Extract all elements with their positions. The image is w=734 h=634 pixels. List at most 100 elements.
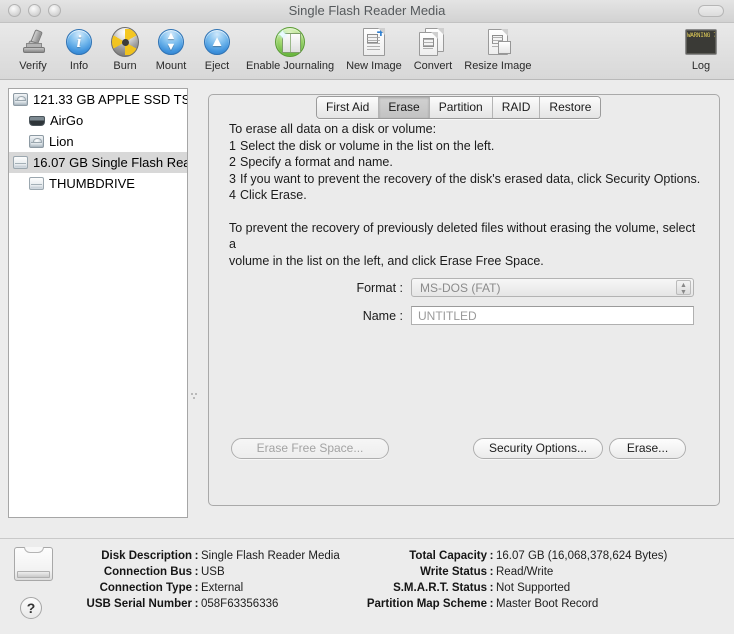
volume-icon [29, 135, 44, 148]
info-row: Partition Map Scheme : Master Boot Recor… [355, 597, 667, 612]
info-colon: : [194, 566, 199, 578]
disk-info-footer: ? Disk Description : Single Flash Reader… [0, 538, 734, 634]
toolbar-toggle-button[interactable] [698, 5, 724, 17]
journaling-icon: ✦ [273, 26, 307, 58]
info-key: Connection Type [99, 582, 192, 594]
help-button[interactable]: ? [20, 597, 42, 619]
erase-button[interactable]: Erase... [609, 438, 686, 459]
log-icon-screen-text: WARNING 7:36:1 [687, 32, 715, 39]
disk-list[interactable]: 121.33 GB APPLE SSD TS12 AirGo Lion 16.0… [8, 88, 188, 518]
instructions-spacer [229, 204, 701, 220]
toolbar-button-info[interactable]: i Info [56, 26, 102, 72]
instructions-note-line-1: To prevent the recovery of previously de… [229, 220, 696, 252]
name-row: Name : UNTITLED [209, 306, 719, 325]
info-key: S.M.A.R.T. Status [393, 582, 487, 594]
info-key: Total Capacity [409, 550, 487, 562]
tab-partition[interactable]: Partition [429, 97, 493, 118]
info-colon: : [489, 582, 494, 594]
info-colon: : [194, 598, 199, 610]
instructions-note-line-2: volume in the list on the left, and clic… [229, 253, 544, 268]
format-row: Format : MS-DOS (FAT) ▲ ▼ [209, 278, 719, 297]
instruction-step: 2 Specify a format and name. [229, 154, 701, 171]
info-value: Not Supported [496, 582, 571, 594]
toolbar-button-resize-image[interactable]: Resize Image [458, 26, 537, 72]
toolbar-label-info: Info [69, 60, 89, 72]
erase-form: Format : MS-DOS (FAT) ▲ ▼ Name : UNTITLED [209, 278, 719, 334]
toolbar-label-convert: Convert [413, 60, 453, 72]
toolbar-button-convert[interactable]: Convert [408, 26, 459, 72]
instructions-intro: To erase all data on a disk or volume: [229, 122, 437, 136]
info-value: 16.07 GB (16,068,378,624 Bytes) [496, 550, 668, 562]
info-key: Disk Description [101, 550, 192, 562]
disk-list-item-apple-ssd[interactable]: 121.33 GB APPLE SSD TS12 [9, 89, 187, 110]
info-colon: : [489, 566, 494, 578]
split-view-divider-handle[interactable] [190, 390, 200, 404]
selected-disk-icon [14, 547, 53, 581]
info-value: USB [201, 566, 225, 578]
toolbar-button-burn[interactable]: Burn [102, 26, 148, 72]
disk-list-item-label: Lion [49, 134, 74, 149]
mount-icon: ▲ ▼ [154, 26, 188, 58]
tab-erase[interactable]: Erase [379, 97, 430, 118]
info-row: S.M.A.R.T. Status : Not Supported [355, 581, 667, 596]
info-value: 058F63356336 [201, 598, 279, 610]
info-colon: : [489, 550, 494, 562]
main-content: 121.33 GB APPLE SSD TS12 AirGo Lion 16.0… [0, 80, 734, 538]
tab-raid[interactable]: RAID [492, 97, 541, 118]
toolbar-button-mount[interactable]: ▲ ▼ Mount [148, 26, 194, 72]
disk-info-left-column: Disk Description : Single Flash Reader M… [60, 549, 340, 613]
disk-list-item-label: 16.07 GB Single Flash Read [33, 155, 187, 170]
toolbar-label-eject: Eject [204, 60, 230, 72]
disk-list-item-label: THUMBDRIVE [49, 176, 135, 191]
title-bar: Single Flash Reader Media [0, 0, 734, 23]
instruction-step-text: Specify a format and name. [240, 155, 393, 169]
disk-list-item-single-flash-reader[interactable]: 16.07 GB Single Flash Read [9, 152, 187, 173]
name-label: Name : [362, 308, 403, 323]
tab-restore[interactable]: Restore [540, 97, 601, 118]
format-selected-value: MS-DOS (FAT) [420, 281, 501, 295]
info-value: Single Flash Reader Media [201, 550, 340, 562]
burn-icon [108, 26, 142, 58]
pane-tabs: First Aid Erase Partition RAID Restore [316, 96, 602, 119]
toolbar-button-eject[interactable]: ▲ Eject [194, 26, 240, 72]
instruction-step-text: Click Erase. [240, 188, 307, 202]
instruction-step: 1 Select the disk or volume in the list o… [229, 138, 701, 155]
toolbar-button-enable-journaling[interactable]: ✦ Enable Journaling [240, 26, 340, 72]
toolbar-button-new-image[interactable]: + New Image [340, 25, 408, 72]
instruction-step-number: 4 [229, 188, 236, 202]
instruction-step-number: 3 [229, 171, 236, 186]
window-title: Single Flash Reader Media [288, 3, 446, 18]
hard-disk-icon [13, 93, 28, 106]
info-row: Connection Bus : USB [60, 565, 340, 580]
format-select[interactable]: MS-DOS (FAT) ▲ ▼ [411, 278, 694, 297]
instruction-step-number: 2 [229, 155, 236, 169]
disk-utility-window: Single Flash Reader Media Verify i Info [0, 0, 734, 634]
disk-list-item-thumbdrive[interactable]: THUMBDRIVE [9, 173, 187, 194]
info-colon: : [194, 550, 199, 562]
toolbar: Verify i Info Burn ▲ ▼ Mount ▲ Eject ✦ E… [0, 23, 734, 80]
disk-info-right-column: Total Capacity : 16.07 GB (16,068,378,62… [355, 549, 667, 613]
disk-list-item-label: 121.33 GB APPLE SSD TS12 [33, 92, 187, 107]
toolbar-label-burn: Burn [113, 60, 137, 72]
disk-list-item-airgo[interactable]: AirGo [9, 110, 187, 131]
security-options-button[interactable]: Security Options... [473, 438, 603, 459]
erase-free-space-button[interactable]: Erase Free Space... [231, 438, 389, 459]
resize-image-icon [481, 26, 515, 58]
disk-list-item-lion[interactable]: Lion [9, 131, 187, 152]
name-input[interactable]: UNTITLED [411, 306, 694, 325]
info-row: Total Capacity : 16.07 GB (16,068,378,62… [355, 549, 667, 564]
disk-list-item-label: AirGo [50, 113, 84, 128]
toolbar-label-log: Log [691, 60, 711, 72]
info-row: USB Serial Number : 058F63356336 [60, 597, 340, 612]
tab-first-aid[interactable]: First Aid [317, 97, 380, 118]
toolbar-button-log[interactable]: WARNING 7:36:1 Log [678, 26, 724, 72]
info-row: Write Status : Read/Write [355, 565, 667, 580]
new-image-icon: + [357, 25, 391, 58]
info-icon: i [62, 26, 96, 58]
toolbar-label-mount: Mount [155, 60, 187, 72]
toolbar-button-verify[interactable]: Verify [10, 26, 56, 72]
erase-pane: To erase all data on a disk or volume: 1… [208, 94, 720, 506]
chevron-updown-icon: ▲ ▼ [676, 280, 691, 296]
format-label: Format : [356, 280, 403, 295]
eject-icon: ▲ [200, 26, 234, 58]
